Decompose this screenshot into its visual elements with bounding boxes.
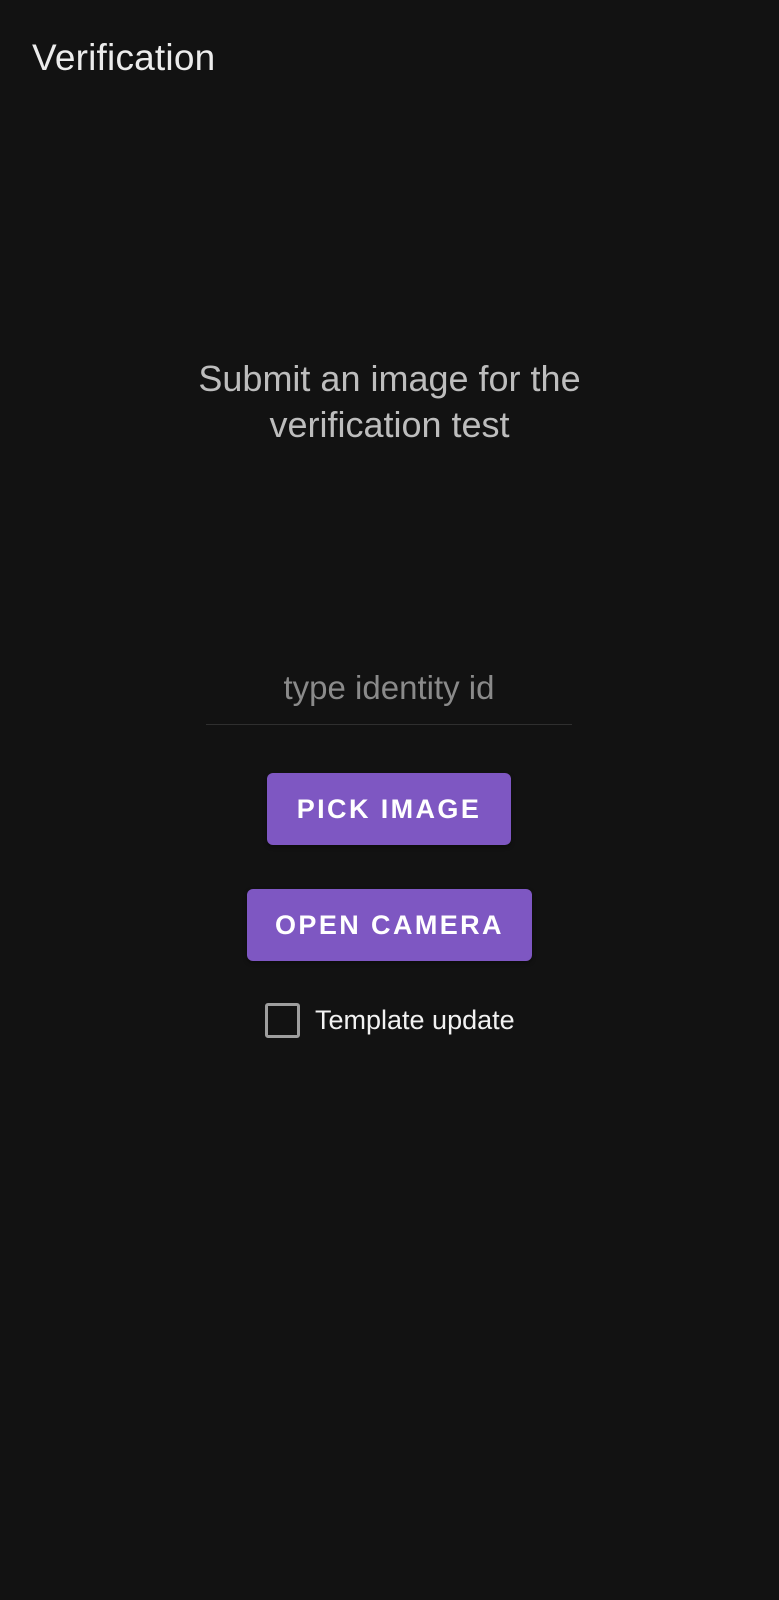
identity-id-input[interactable] [206, 662, 572, 725]
identity-id-field [206, 662, 572, 725]
pick-image-button[interactable]: PICK IMAGE [267, 773, 511, 845]
template-update-checkbox[interactable]: Template update [265, 1002, 515, 1038]
template-update-label[interactable]: Template update [315, 1005, 515, 1036]
instruction-line-1: Submit an image for the [198, 358, 581, 399]
page-title: Verification [32, 37, 216, 78]
instruction-line-2: verification test [269, 404, 510, 445]
open-camera-button[interactable]: OPEN CAMERA [247, 889, 532, 961]
checkbox-unchecked-icon[interactable] [265, 1002, 300, 1038]
instruction-text: Submit an image for the verification tes… [0, 356, 779, 448]
